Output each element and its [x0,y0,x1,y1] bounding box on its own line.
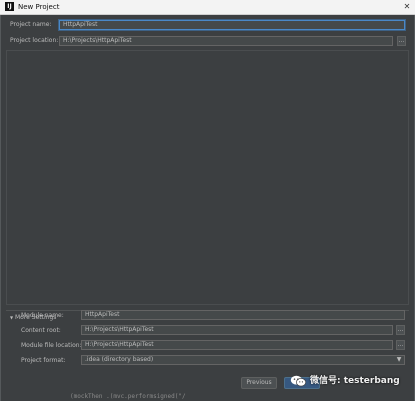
intellij-icon: IJ [5,2,14,11]
project-name-input[interactable]: HttpApiTest [59,20,405,30]
module-name-label: Module name: [21,312,64,319]
close-icon[interactable]: ✕ [402,1,412,12]
settings-content-area [6,50,409,305]
content-root-input[interactable]: H:\Projects\HttpApiTest [81,325,393,335]
project-format-value: .idea (directory based) [85,356,154,363]
module-name-input[interactable]: HttpApiTest [81,310,405,320]
title-bar: IJ New Project ✕ [0,0,415,15]
wechat-icon [290,375,307,386]
watermark-text: 微信号: testerbang [310,376,400,386]
module-file-location-input[interactable]: H:\Projects\HttpApiTest [81,340,393,350]
dialog-body: Project name: HttpApiTest Project locati… [0,15,415,401]
wechat-watermark: 微信号: testerbang [290,372,400,390]
project-location-label: Project location: [10,37,59,44]
project-format-label: Project format: [21,357,66,364]
previous-button[interactable]: Previous [241,377,277,389]
project-name-label: Project name: [10,21,52,28]
project-format-select[interactable]: .idea (directory based) ▼ [81,355,405,365]
window-title: New Project [18,3,60,11]
module-file-location-label: Module file location: [21,342,82,349]
content-root-label: Content root: [21,327,61,334]
chevron-down-icon: ▼ [396,356,402,363]
background-editor-text: (mockThen .(mvc.performsigned("/ [70,393,186,400]
module-file-location-browse-button[interactable]: ... [396,340,405,350]
project-location-input[interactable]: H:\Projects\HttpApiTest [59,36,393,46]
collapse-arrow-icon: ▼ [10,315,14,320]
content-root-browse-button[interactable]: ... [396,325,405,335]
project-location-browse-button[interactable]: ... [397,36,406,46]
